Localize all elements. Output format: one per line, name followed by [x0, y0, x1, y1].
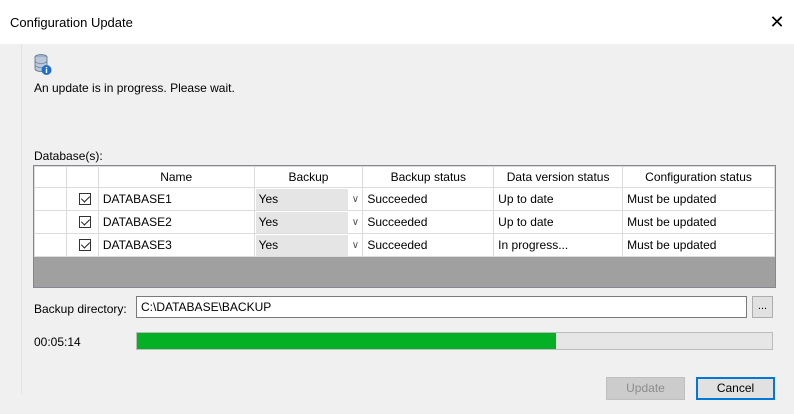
name-cell[interactable]: DATABASE3: [97, 233, 255, 257]
column-header-name[interactable]: Name: [97, 166, 255, 188]
backup-directory-label: Backup directory:: [34, 302, 127, 316]
update-button[interactable]: Update: [606, 377, 685, 400]
backup-directory-input[interactable]: C:\DATABASE\BACKUP: [136, 296, 747, 318]
backup-status-cell[interactable]: Succeeded: [362, 233, 495, 257]
status-message: An update is in progress. Please wait.: [34, 81, 235, 95]
column-header-backup-status[interactable]: Backup status: [362, 166, 495, 188]
configuration-status-cell[interactable]: Must be updated: [622, 187, 775, 211]
backup-value: Yes: [255, 188, 349, 210]
database-checkbox[interactable]: [78, 193, 91, 205]
row-header-cell[interactable]: [34, 233, 67, 257]
checkbox-cell[interactable]: [65, 187, 99, 211]
window-title: Configuration Update: [10, 15, 133, 30]
chevron-down-icon[interactable]: ∨: [348, 194, 362, 205]
backup-cell[interactable]: Yes ∨: [253, 233, 364, 257]
database-table: Name Backup Backup status Data version s…: [34, 166, 775, 257]
elapsed-time: 00:05:14: [34, 335, 81, 349]
name-cell[interactable]: DATABASE2: [97, 210, 255, 234]
databases-label: Database(s):: [34, 149, 103, 163]
column-header-configuration-status[interactable]: Configuration status: [622, 166, 775, 188]
backup-cell[interactable]: Yes ∨: [253, 187, 364, 211]
backup-value: Yes: [255, 234, 349, 256]
cancel-button[interactable]: Cancel: [696, 377, 775, 400]
table-header-row: Name Backup Backup status Data version s…: [34, 166, 775, 188]
configuration-status-cell[interactable]: Must be updated: [622, 233, 775, 257]
backup-status-cell[interactable]: Succeeded: [362, 187, 495, 211]
backup-cell[interactable]: Yes ∨: [253, 210, 364, 234]
configuration-status-cell[interactable]: Must be updated: [622, 210, 775, 234]
backup-dropdown[interactable]: Yes ∨: [255, 211, 363, 233]
backup-value: Yes: [255, 211, 349, 233]
database-info-icon: [34, 54, 52, 75]
table-row[interactable]: DATABASE2 Yes ∨ Succeeded Up to date Must…: [34, 210, 775, 234]
backup-status-cell[interactable]: Succeeded: [362, 210, 495, 234]
row-header-column: [34, 166, 67, 188]
checkbox-cell[interactable]: [65, 210, 99, 234]
data-version-status-cell[interactable]: Up to date: [493, 210, 624, 234]
close-icon[interactable]: ✕: [765, 10, 789, 34]
progress-bar: [136, 332, 773, 350]
database-checkbox[interactable]: [78, 239, 91, 251]
column-header-data-version-status[interactable]: Data version status: [493, 166, 624, 188]
data-version-status-cell[interactable]: In progress...: [493, 233, 624, 257]
column-header-backup[interactable]: Backup: [253, 166, 364, 188]
checkbox-cell[interactable]: [65, 233, 99, 257]
check-column-header: [65, 166, 99, 188]
data-version-status-cell[interactable]: Up to date: [493, 187, 624, 211]
table-row[interactable]: DATABASE3 Yes ∨ Succeeded In progress... …: [34, 233, 775, 257]
backup-dropdown[interactable]: Yes ∨: [255, 234, 363, 256]
database-grid: Name Backup Backup status Data version s…: [33, 165, 776, 288]
database-checkbox[interactable]: [78, 216, 91, 228]
table-row[interactable]: DATABASE1 Yes ∨ Succeeded Up to date Must…: [34, 187, 775, 211]
name-cell[interactable]: DATABASE1: [97, 187, 255, 211]
chevron-down-icon[interactable]: ∨: [348, 217, 362, 228]
browse-button[interactable]: ...: [752, 296, 773, 318]
backup-dropdown[interactable]: Yes ∨: [255, 188, 363, 210]
row-header-cell[interactable]: [34, 187, 67, 211]
chevron-down-icon[interactable]: ∨: [348, 240, 362, 251]
row-header-cell[interactable]: [34, 210, 67, 234]
progress-bar-fill: [137, 333, 557, 349]
title-bar: Configuration Update ✕: [0, 0, 794, 44]
